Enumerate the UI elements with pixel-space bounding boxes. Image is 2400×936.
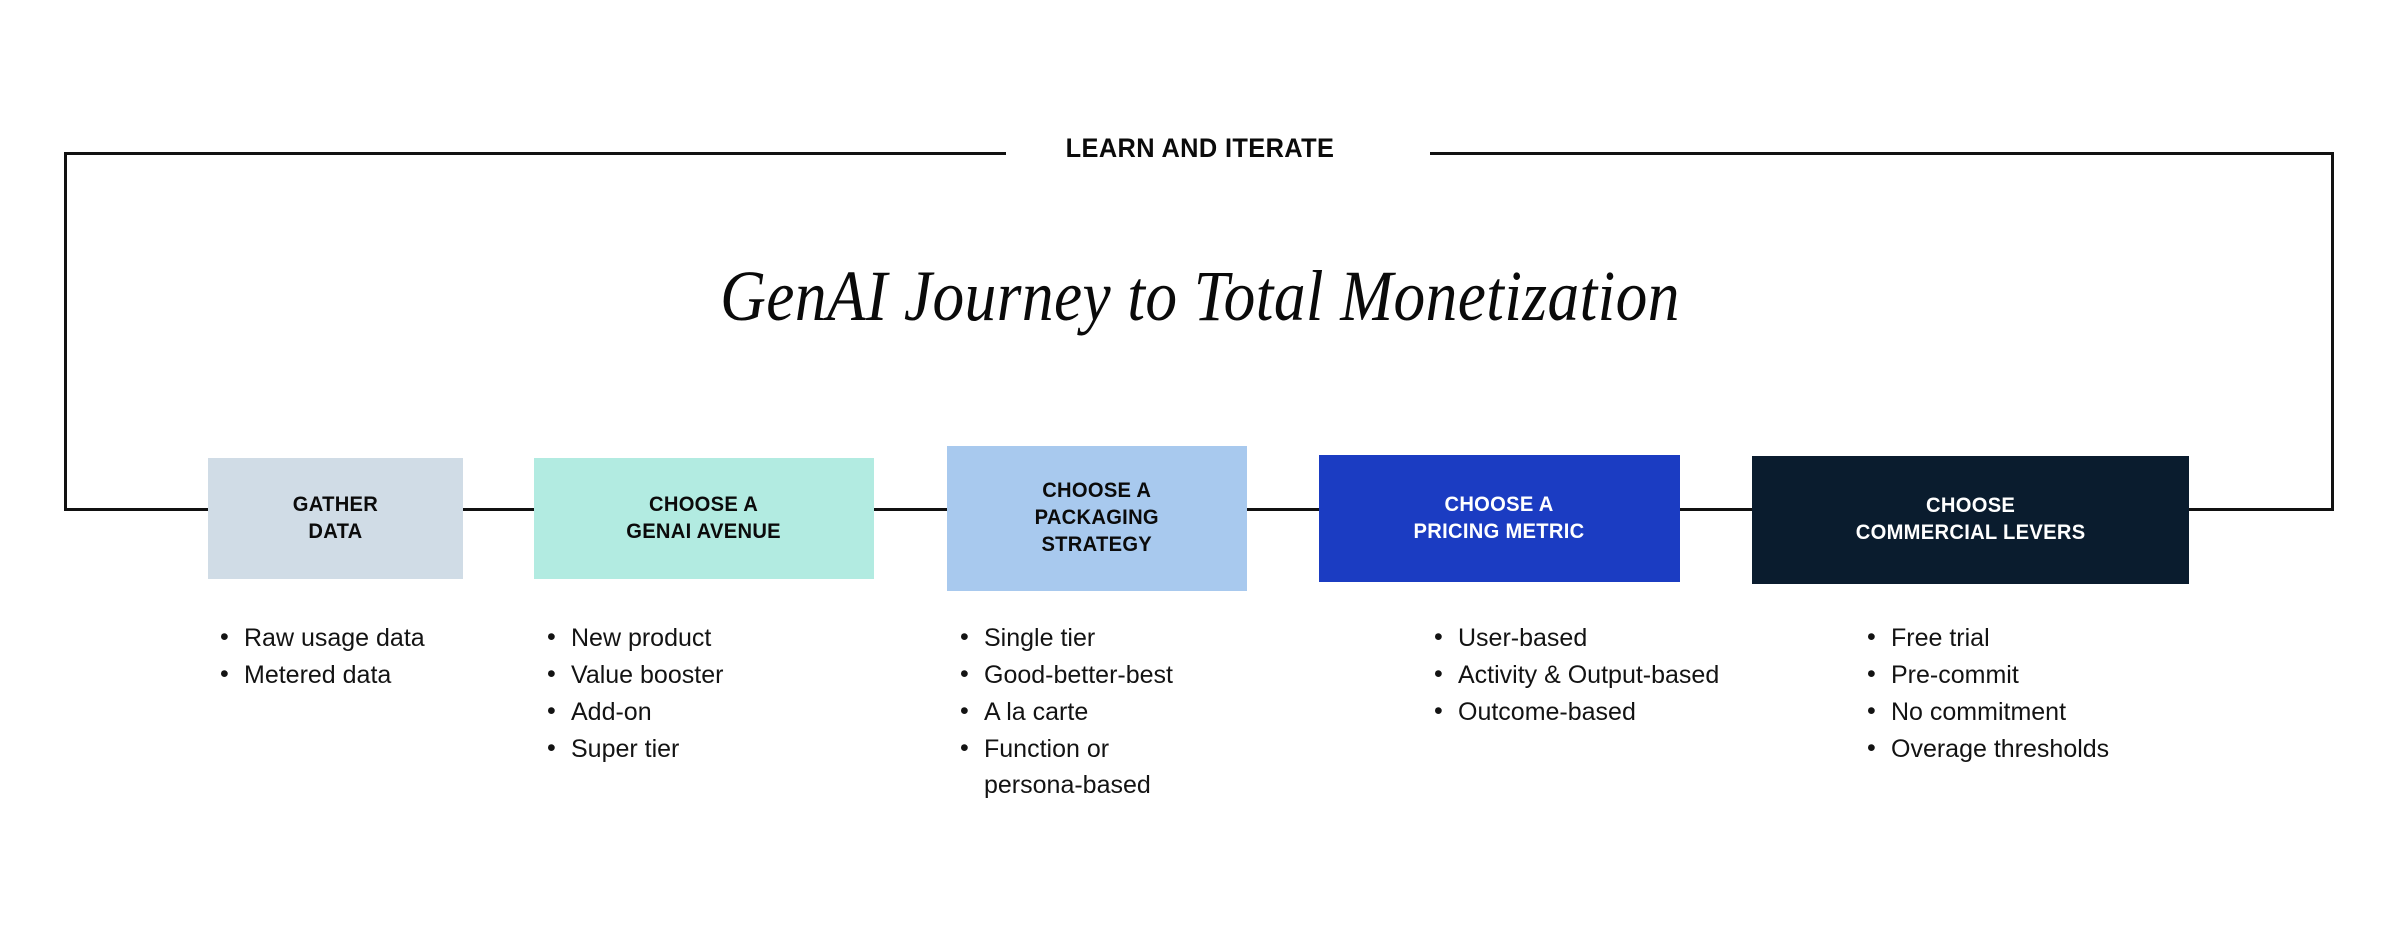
list-item: Metered data [220,656,518,693]
stage-box-choose-a-genai-avenue[interactable]: CHOOSE A GENAI AVENUE [534,458,874,579]
list-item: User-based [1434,619,1772,656]
frame-side-right [2331,152,2334,510]
connector-4-5 [1680,508,1753,511]
bullet-items: User-basedActivity & Output-basedOutcome… [1432,619,1772,730]
stage-label-choose-a-genai-avenue: CHOOSE A GENAI AVENUE [626,492,782,543]
stage-box-choose-a-packaging-strategy[interactable]: CHOOSE A PACKAGING STRATEGY [947,446,1247,591]
bullet-list-choose-a-genai-avenue: New productValue boosterAdd-onSuper tier [545,619,845,768]
list-item: Value booster [547,656,845,693]
bullet-items: New productValue boosterAdd-onSuper tier [545,619,845,767]
list-item: Outcome-based [1434,693,1772,730]
list-item: A la carte [960,693,1183,730]
frame-bottom-right-segment [2188,508,2334,511]
list-item: Free trial [1867,619,2205,656]
connector-3-4 [1246,508,1319,511]
stage-box-gather-data[interactable]: GATHER DATA [208,458,463,579]
list-item: Activity & Output-based [1434,656,1772,693]
stage-label-choose-a-packaging-strategy: CHOOSE A PACKAGING STRATEGY [1034,479,1160,556]
list-item: Pre-commit [1867,656,2205,693]
bullet-list-choose-a-packaging-strategy: Single tierGood-better-bestA la carteFun… [958,619,1183,804]
page-title: GenAI Journey to Total Monetization [720,256,1680,336]
bullet-items: Single tierGood-better-bestA la carteFun… [958,619,1183,803]
bullet-list-choose-a-pricing-metric: User-basedActivity & Output-basedOutcome… [1432,619,1772,731]
frame-title: LEARN AND ITERATE [1065,133,1335,163]
stage-label-choose-a-pricing-metric: CHOOSE A PRICING METRIC [1414,492,1585,543]
frame-bottom-left-segment [64,508,210,511]
bullet-items: Free trialPre-commitNo commitmentOverage… [1865,619,2205,767]
bullet-list-choose-commercial-levers: Free trialPre-commitNo commitmentOverage… [1865,619,2205,768]
connector-1-2 [462,508,535,511]
bullet-list-gather-data: Raw usage dataMetered data [218,619,518,694]
list-item: Function or persona-based [960,730,1183,803]
list-item: Overage thresholds [1867,730,2205,767]
list-item: Super tier [547,730,845,767]
frame-side-left [64,152,67,510]
list-item: Single tier [960,619,1183,656]
list-item: Add-on [547,693,845,730]
list-item: Raw usage data [220,619,518,656]
stage-box-choose-a-pricing-metric[interactable]: CHOOSE A PRICING METRIC [1319,455,1680,582]
list-item: Good-better-best [960,656,1183,693]
diagram-canvas: LEARN AND ITERATE GenAI Journey to Total… [0,0,2400,936]
stage-box-choose-commercial-levers[interactable]: CHOOSE COMMERCIAL LEVERS [1752,456,2189,584]
list-item: No commitment [1867,693,2205,730]
list-item: New product [547,619,845,656]
bullet-items: Raw usage dataMetered data [218,619,518,693]
stage-label-choose-commercial-levers: CHOOSE COMMERCIAL LEVERS [1855,494,2086,544]
stage-label-gather-data: GATHER DATA [292,492,379,543]
connector-2-3 [874,508,947,511]
